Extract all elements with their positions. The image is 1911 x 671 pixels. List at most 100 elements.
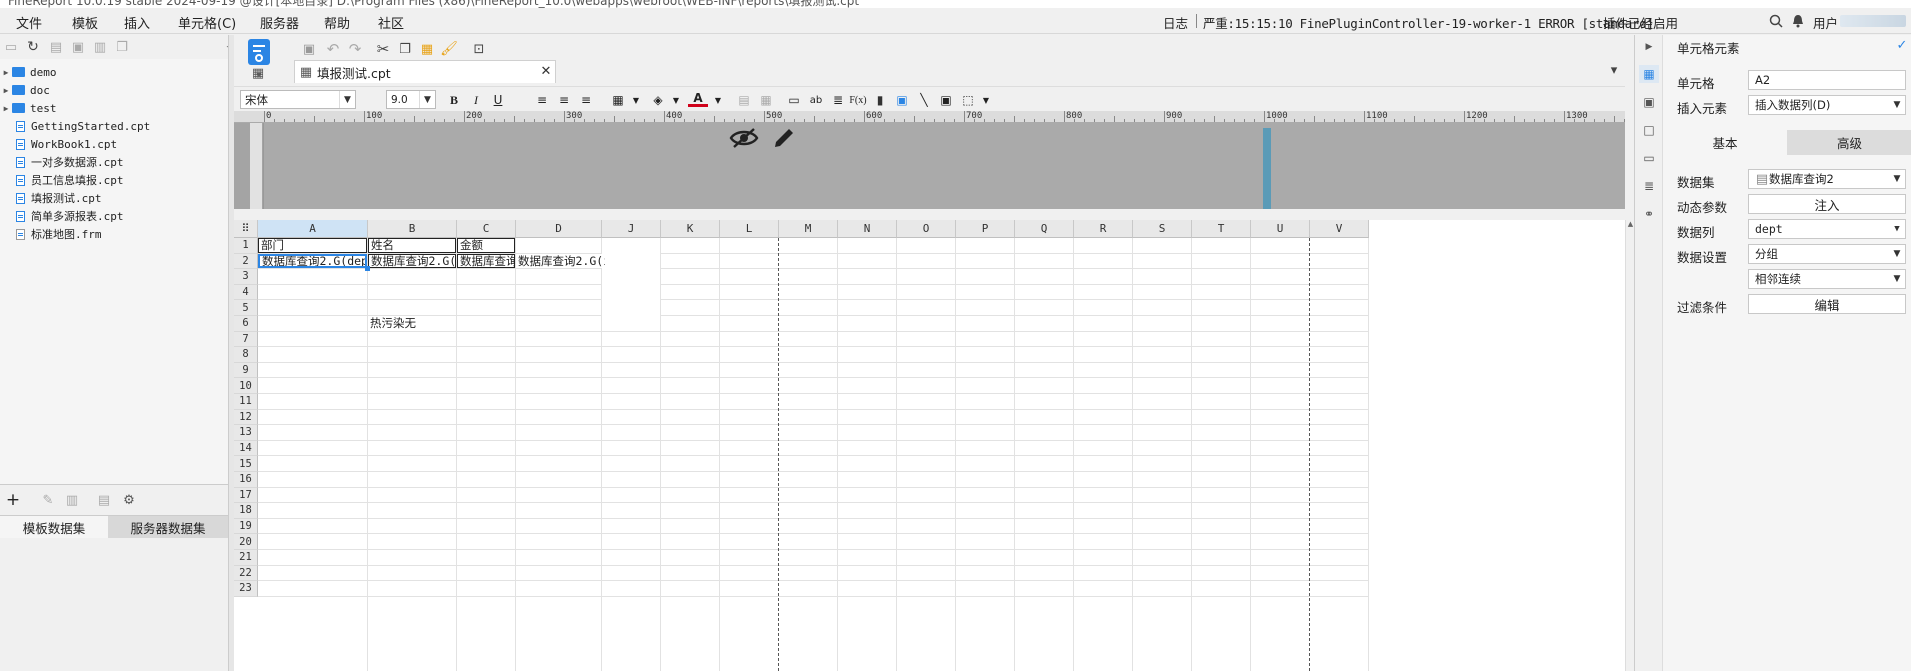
row-header[interactable]: 6 <box>234 316 258 332</box>
open-icon[interactable]: ▤ <box>48 39 64 55</box>
column-header-U[interactable]: U <box>1251 220 1310 238</box>
tree-file-workbook1[interactable]: WorkBook1.cpt <box>0 135 228 153</box>
image-icon[interactable]: ▣ <box>892 91 912 109</box>
border-icon[interactable]: ▦ <box>608 91 628 109</box>
error-status-text[interactable]: 严重:15:15:10 FinePluginController-19-work… <box>1203 13 1654 32</box>
column-header-R[interactable]: R <box>1074 220 1133 238</box>
eye-hidden-icon[interactable] <box>729 123 759 153</box>
row-header[interactable]: 10 <box>234 378 258 394</box>
row-header[interactable]: 18 <box>234 503 258 519</box>
tree-file-employee[interactable]: 员工信息填报.cpt <box>0 171 228 189</box>
row-header[interactable]: 4 <box>234 284 258 301</box>
column-header-K[interactable]: K <box>661 220 720 238</box>
row-header[interactable]: 1 <box>234 238 258 254</box>
refresh-icon[interactable]: ↻ <box>25 39 41 55</box>
cell-element-icon[interactable]: ▦ <box>1639 65 1659 83</box>
tree-file-multi-source[interactable]: 简单多源报表.cpt <box>0 207 228 225</box>
chevron-down-icon[interactable]: ▼ <box>666 91 686 109</box>
cell-C2[interactable]: 数据库查询 <box>457 253 515 269</box>
cell-name-input[interactable]: A2 <box>1748 70 1906 90</box>
dataset-select[interactable]: ▤ 数据库查询2 ▼ <box>1748 169 1906 189</box>
tab-basic[interactable]: 基本 <box>1663 130 1787 155</box>
menu-community[interactable]: 社区 <box>378 13 404 32</box>
widget-icon[interactable]: ⬚ <box>958 91 978 109</box>
cell-C1[interactable]: 金额 <box>457 238 515 253</box>
tree-file-one-to-many[interactable]: 一对多数据源.cpt <box>0 153 228 171</box>
copy-icon[interactable]: ❐ <box>114 39 130 55</box>
chart-icon[interactable]: ▮ <box>870 91 890 109</box>
column-header-V[interactable]: V <box>1310 220 1369 238</box>
tab-menu-icon[interactable]: ▾ <box>1606 62 1622 78</box>
collapse-right-icon[interactable]: ▶ <box>1639 38 1659 56</box>
row-header[interactable]: 11 <box>234 394 258 410</box>
font-name-select[interactable]: 宋体 ▼ <box>240 90 356 109</box>
tree-folder-test[interactable]: ▶ test <box>0 99 228 117</box>
row-header[interactable]: 16 <box>234 472 258 488</box>
row-header[interactable]: 13 <box>234 425 258 441</box>
row-header[interactable]: 22 <box>234 565 258 582</box>
menu-cell[interactable]: 单元格(C) <box>178 13 236 32</box>
wrap-text-icon[interactable]: ≣ <box>828 91 848 109</box>
dataset-settings-icon[interactable]: ⚙ <box>120 491 138 509</box>
chevron-down-icon[interactable]: ▼ <box>976 91 996 109</box>
underline-icon[interactable]: U <box>488 91 508 109</box>
log-link[interactable]: 日志 <box>1163 13 1188 32</box>
insert-row-icon[interactable]: ▭ <box>784 91 804 109</box>
subreport-icon[interactable]: ▣ <box>936 91 956 109</box>
column-header-P[interactable]: P <box>956 220 1015 238</box>
formula-icon[interactable]: F(x) <box>848 91 868 109</box>
chevron-down-icon[interactable]: ▼ <box>626 91 646 109</box>
undo-icon[interactable]: ↶ <box>324 40 342 58</box>
merge-cells-icon[interactable]: ▤ <box>734 91 754 109</box>
tab-server-dataset[interactable]: 服务器数据集 <box>108 516 228 538</box>
copy-icon[interactable]: ❐ <box>396 40 414 58</box>
column-header-D[interactable]: D <box>516 220 602 238</box>
row-header[interactable]: 19 <box>234 518 258 535</box>
user-label[interactable]: 用户 <box>1813 13 1838 32</box>
close-tab-icon[interactable]: ✕ <box>539 64 553 78</box>
align-left-icon[interactable]: ≡ <box>532 91 552 109</box>
tab-advanced[interactable]: 高级 <box>1787 130 1911 155</box>
cell-A2[interactable]: 数据库查询2.G(dept) <box>258 253 367 269</box>
condition-icon[interactable]: ▭ <box>1639 149 1659 167</box>
column-header-A[interactable]: A <box>258 220 368 238</box>
redo-icon[interactable]: ↷ <box>346 40 364 58</box>
tree-file-fill-test[interactable]: 填报测试.cpt <box>0 189 228 207</box>
cell-B6[interactable]: 热污染无 <box>368 316 456 331</box>
grid-corner[interactable]: ⠿ <box>234 220 258 238</box>
align-right-icon[interactable]: ≡ <box>576 91 596 109</box>
spreadsheet-grid[interactable]: ⠿ A B C D J K L M N O P Q R S T U V 1 2 3 4 5 6 7 8 9 10 11 12 13 14 15 1… <box>234 220 1625 671</box>
row-header[interactable]: 3 <box>234 269 258 285</box>
cell-B1[interactable]: 姓名 <box>368 238 456 253</box>
expand-arrow-icon[interactable]: ▶ <box>0 86 12 95</box>
new-folder-icon[interactable]: ▭ <box>3 39 19 55</box>
group-mode-select[interactable]: 相邻连续 ▼ <box>1748 269 1906 289</box>
merged-cell-J[interactable] <box>602 238 660 331</box>
edit-dataset-icon[interactable]: ✎ <box>40 491 56 509</box>
bell-icon[interactable] <box>1790 13 1806 29</box>
vertical-scrollbar[interactable]: ▲ <box>1625 220 1634 671</box>
chevron-down-icon[interactable]: ▼ <box>708 91 728 109</box>
column-header-S[interactable]: S <box>1133 220 1192 238</box>
row-header[interactable]: 20 <box>234 534 258 550</box>
cell-A1[interactable]: 部门 <box>258 238 367 253</box>
cell-D2[interactable]: 数据库查询2.G(id) <box>516 253 605 269</box>
italic-icon[interactable]: I <box>466 91 486 109</box>
column-header-L[interactable]: L <box>720 220 779 238</box>
row-header[interactable]: 7 <box>234 331 258 348</box>
row-header[interactable]: 21 <box>234 550 258 566</box>
text-icon[interactable]: ab <box>806 91 826 109</box>
template-tab[interactable]: ▦ 填报测试.cpt ✕ <box>294 60 556 83</box>
slash-icon[interactable]: ╲ <box>914 91 934 109</box>
row-header[interactable]: 2 <box>234 253 258 270</box>
search-icon[interactable] <box>1768 13 1784 29</box>
insert-element-select[interactable]: 插入数据列(D) ▼ <box>1748 95 1906 115</box>
row-header[interactable]: 14 <box>234 440 258 457</box>
expand-arrow-icon[interactable]: ▶ <box>0 104 12 113</box>
expand-arrow-icon[interactable]: ▶ <box>0 68 12 77</box>
add-dataset-icon[interactable]: + <box>2 491 24 509</box>
widget-settings-icon[interactable]: □ <box>1639 121 1659 139</box>
app-logo[interactable] <box>248 39 270 65</box>
list-icon[interactable]: ≣ <box>1639 177 1659 195</box>
delete-dataset-icon[interactable]: ▥ <box>64 491 80 509</box>
